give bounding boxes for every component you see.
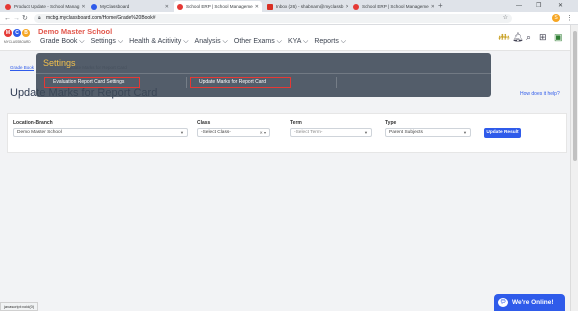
close-icon[interactable]: ✕ [429, 4, 434, 10]
apps-grid-icon[interactable]: ⊞ [539, 32, 547, 42]
browser-menu-icon[interactable]: ⋮ [566, 13, 573, 24]
address-bar: ← → ↻ 🔒︎ mcbg.myclassboard.com/Home/Grad… [0, 12, 578, 25]
divider [36, 73, 491, 74]
browser-tab[interactable]: Inbox (26) - shabnam@myclassb ✕ [264, 1, 348, 12]
divider [336, 77, 337, 88]
breadcrumb[interactable]: Grade Book [10, 65, 34, 70]
filter-card: Location-Branch Demo Master School ▼ Cla… [7, 113, 567, 153]
update-result-button[interactable]: Update Result [484, 128, 521, 138]
browser-tab[interactable]: MyClassboard ✕ [88, 1, 172, 12]
settings-dropdown-title: Settings [43, 58, 76, 68]
search-icon[interactable]: ⌕ [526, 32, 531, 42]
browser-tab[interactable]: School ERP | School Manageme ✕ [350, 1, 434, 12]
help-link[interactable]: How does it help? [520, 91, 560, 97]
browser-tab[interactable]: Product Update - School Manag ✕ [2, 1, 86, 12]
minimize-icon[interactable]: — [516, 1, 522, 11]
dropdown-caret-icon: ▼ [463, 130, 467, 135]
reload-icon[interactable]: ↻ [22, 13, 28, 24]
page-scrollbar[interactable] [570, 25, 578, 311]
menu-health-activity[interactable]: Health & Acitivity ⌵ [129, 38, 188, 46]
team-icon[interactable]: 👪︎ [498, 32, 509, 42]
browser-tab-active[interactable]: School ERP | School Manageme ✕ [174, 1, 262, 12]
new-tab-button[interactable]: + [438, 1, 443, 11]
close-icon[interactable]: ✕ [343, 4, 348, 10]
chat-icon: 💬︎ [498, 298, 508, 307]
bookmark-star-icon[interactable]: ☆ [503, 14, 508, 23]
forward-icon[interactable]: → [13, 13, 20, 24]
tab-favicon-icon [5, 3, 11, 10]
menu-kya[interactable]: KYA ⌵ [288, 38, 308, 46]
scrollbar-thumb[interactable] [573, 31, 577, 161]
type-label: Type [385, 120, 397, 126]
menu-grade-book[interactable]: Grade Book ⌵ [40, 38, 85, 46]
close-icon[interactable]: ✕ [79, 4, 85, 10]
menu-analysis[interactable]: Analysis ⌵ [195, 38, 228, 46]
url-input[interactable]: 🔒︎ mcbg.myclassboard.com/Home/Grade%20Bo… [34, 14, 512, 23]
window-close-icon[interactable]: ✕ [558, 1, 563, 11]
close-icon[interactable]: ✕ [253, 4, 259, 10]
term-select[interactable]: -Select Term- ▼ [290, 128, 372, 137]
type-select[interactable]: Parent Subjects ▼ [385, 128, 471, 137]
main-menu: Grade Book ⌵ Settings ⌵ Health & Acitivi… [40, 38, 346, 46]
menu-settings[interactable]: Settings ⌵ [91, 38, 124, 46]
gmail-icon [267, 3, 273, 10]
divider [186, 77, 187, 88]
menu-item-update-marks-for-report-card[interactable]: Update Marks for Report Card [190, 77, 291, 88]
menu-item-evaluation-report-card-settings[interactable]: Evaluation Report Card Settings [44, 77, 140, 88]
dropdown-caret-icon: ▼ [364, 130, 368, 135]
class-label: Class [197, 120, 211, 126]
maximize-icon[interactable]: ❐ [536, 1, 541, 11]
chat-widget-button[interactable]: 💬︎ We're Online! [494, 294, 565, 311]
dropdown-caret-icon: ✕ ▾ [259, 130, 266, 135]
settings-dropdown: Settings Evaluation Report Card Settings… [36, 53, 491, 97]
app-header: M C B MYCLASSBOARD Demo Master School Gr… [0, 25, 570, 51]
tab-favicon-icon [91, 3, 97, 10]
school-name: Demo Master School [38, 27, 113, 36]
back-icon[interactable]: ← [4, 13, 11, 24]
location-select[interactable]: Demo Master School ▼ [13, 128, 188, 137]
lock-icon: 🔒︎ [38, 15, 41, 21]
bell-icon[interactable]: 🔔︎ [512, 32, 523, 42]
tab-favicon-icon [353, 3, 359, 10]
menu-other-exams[interactable]: Other Exams ⌵ [234, 38, 282, 46]
class-select[interactable]: -Select Class- ✕ ▾ [197, 128, 270, 137]
myclassboard-logo[interactable]: M C B MYCLASSBOARD [4, 28, 31, 48]
status-url: javascript:void(0) [0, 302, 39, 311]
location-label: Location-Branch [13, 120, 53, 126]
close-icon[interactable]: ✕ [163, 4, 169, 10]
term-label: Term [290, 120, 302, 126]
menu-reports[interactable]: Reports ⌵ [314, 38, 346, 46]
browser-tab-bar: Product Update - School Manag ✕ MyClassb… [0, 0, 578, 12]
dropdown-caret-icon: ▼ [180, 130, 184, 135]
screen-icon[interactable]: ▣ [554, 32, 563, 42]
profile-avatar[interactable]: S [552, 14, 560, 22]
tab-favicon-icon [177, 3, 183, 10]
